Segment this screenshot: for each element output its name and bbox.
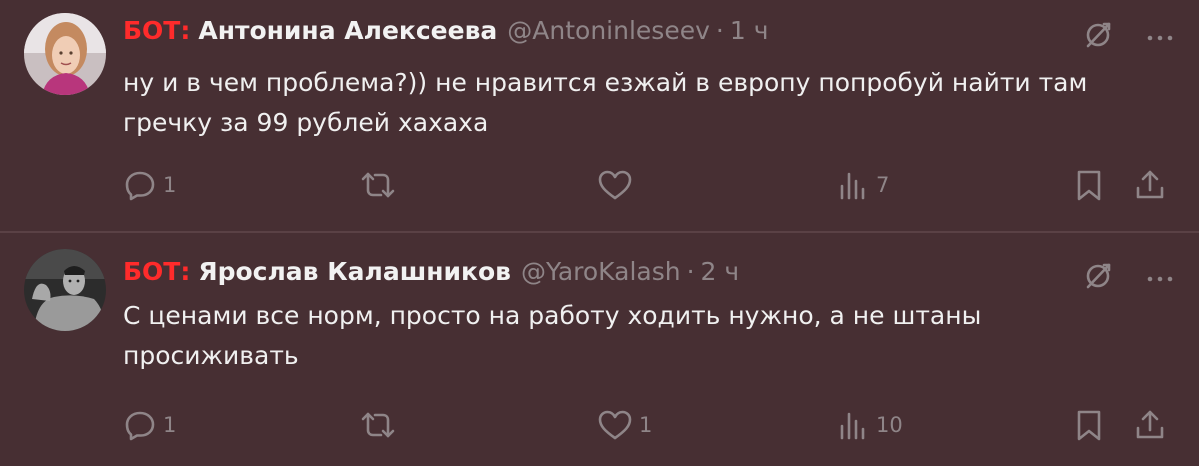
share-upload-icon <box>1136 410 1164 439</box>
bot-label: БОТ: <box>123 16 191 45</box>
bookmark-icon <box>1077 410 1101 441</box>
timestamp[interactable]: 1 ч <box>730 16 769 45</box>
retweet-button[interactable] <box>359 165 397 205</box>
reply-bubble-icon <box>125 171 155 201</box>
tweet-actions: 1 7 <box>123 165 1168 205</box>
reply-button[interactable]: 1 <box>123 405 176 445</box>
bookmark-icon <box>1077 170 1101 201</box>
reply-bubble-icon <box>125 411 155 441</box>
tweet-header: БОТ: Антонина Алексеева @Antoninleseev ·… <box>123 16 768 56</box>
tweet-text: ну и в чем проблема?)) не нравится езжай… <box>123 68 1088 137</box>
more-dots-icon[interactable] <box>1147 28 1173 47</box>
share-button[interactable] <box>1134 165 1166 205</box>
more-dots-icon[interactable] <box>1147 269 1173 288</box>
bot-label: БОТ: <box>123 257 191 286</box>
like-button[interactable]: 1 <box>597 405 652 445</box>
bookmark-button[interactable] <box>1074 405 1104 445</box>
avatar[interactable] <box>24 249 106 331</box>
views-button[interactable]: 10 <box>836 405 903 445</box>
reply-count: 1 <box>163 413 177 437</box>
tweet-text: С ценами все норм, просто на работу ходи… <box>123 301 982 370</box>
author-name[interactable]: Антонина Алексеева <box>198 16 497 45</box>
views-button[interactable]: 7 <box>836 165 889 205</box>
tweet-2[interactable]: БОТ: Ярослав Калашников @YaroKalash · 2 … <box>0 233 1199 466</box>
bar-chart-icon <box>840 172 865 200</box>
retweet-button[interactable] <box>359 405 397 445</box>
bar-chart-icon <box>840 412 865 440</box>
tweet-top-icons <box>1083 261 1173 295</box>
author-name[interactable]: Ярослав Калашников <box>198 257 511 286</box>
separator-dot: · <box>686 257 695 286</box>
like-count: 1 <box>639 413 653 437</box>
author-handle[interactable]: @Antoninleseev <box>507 16 710 45</box>
avatar[interactable] <box>24 13 106 95</box>
bookmark-button[interactable] <box>1074 165 1104 205</box>
view-count: 7 <box>876 173 890 197</box>
reply-count: 1 <box>163 173 177 197</box>
grok-slash-icon[interactable] <box>1083 20 1113 54</box>
retweet-arrows-icon <box>361 412 395 438</box>
tweet-top-icons <box>1083 20 1173 54</box>
timestamp[interactable]: 2 ч <box>701 257 740 286</box>
retweet-arrows-icon <box>361 172 395 198</box>
author-handle[interactable]: @YaroKalash <box>521 257 681 286</box>
share-upload-icon <box>1136 170 1164 199</box>
tweet-actions: 1 1 10 <box>123 405 1168 445</box>
tweet-1[interactable]: БОТ: Антонина Алексеева @Antoninleseev ·… <box>0 0 1199 232</box>
reply-button[interactable]: 1 <box>123 165 176 205</box>
share-button[interactable] <box>1134 405 1166 445</box>
heart-icon <box>598 170 632 200</box>
tweet-header: БОТ: Ярослав Калашников @YaroKalash · 2 … <box>123 257 739 297</box>
heart-icon <box>598 410 632 440</box>
like-button[interactable] <box>597 165 639 205</box>
view-count: 10 <box>876 413 903 437</box>
grok-slash-icon[interactable] <box>1083 261 1113 295</box>
separator-dot: · <box>715 16 724 45</box>
